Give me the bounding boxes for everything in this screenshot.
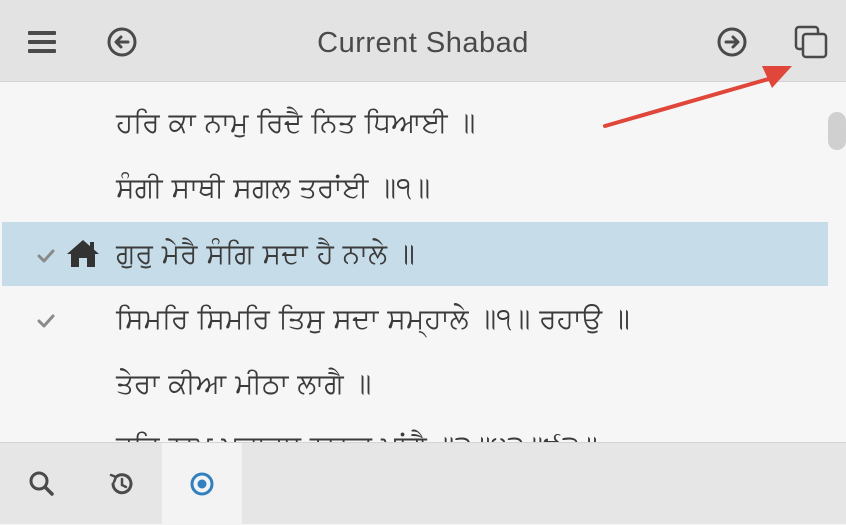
history-button[interactable]: [82, 443, 162, 525]
shabad-line-text: ਸੰਗੀ ਸਾਥੀ ਸਗਲ ਤਰਾਂਈ ॥੧॥: [116, 171, 431, 204]
page-title: Current Shabad: [317, 27, 529, 59]
shabad-line-text: ਗੁਰੁ ਮੇਰੈ ਸੰਗਿ ਸਦਾ ਹੈ ਨਾਲੇ ॥: [116, 237, 415, 270]
circle-arrow-left-icon: [107, 27, 137, 57]
shabad-line-text: ਹਰਿ ਨਾਮੁ ਪਦਾਰਥੁ ਨਾਨਕੁ ਮਾਂਗੈ ॥੨॥੪੨॥੯੩॥: [116, 414, 598, 442]
hamburger-menu-icon: [28, 31, 56, 53]
history-icon: [109, 473, 133, 495]
shabad-line[interactable]: ਹਰਿ ਨਾਮੁ ਪਦਾਰਥੁ ਨਾਨਕੁ ਮਾਂਗੈ ॥੨॥੪੨॥੯੩॥: [2, 414, 828, 442]
footer-bar: [0, 442, 846, 525]
menu-button[interactable]: [21, 21, 63, 63]
shabad-line[interactable]: ਤੇਰਾ ਕੀਆ ਮੀਠਾ ਲਾਗੈ ॥: [2, 352, 828, 416]
forward-button[interactable]: [711, 21, 753, 63]
circle-arrow-right-icon: [717, 27, 747, 57]
copy-icon: [794, 25, 828, 59]
copy-button[interactable]: [790, 21, 832, 63]
shabad-line[interactable]: ਸੰਗੀ ਸਾਥੀ ਸਗਲ ਤਰਾਂਈ ॥੧॥: [2, 156, 828, 220]
shabad-line-active[interactable]: ਗੁਰੁ ਮੇਰੈ ਸੰਗਿ ਸਦਾ ਹੈ ਨਾਲੇ ॥: [2, 222, 828, 286]
search-icon: [29, 471, 54, 496]
shabad-line-text: ਸਿਮਰਿ ਸਿਮਰਿ ਤਿਸੁ ਸਦਾ ਸਮ੍ਹਾਲੇ ॥੧॥ ਰਹਾਉ ॥: [116, 302, 630, 335]
scrollbar-thumb[interactable]: [828, 112, 846, 150]
shabad-line-text: ਹਰਿ ਕਾ ਨਾਮੁ ਰਿਦੈ ਨਿਤ ਧਿਆਈ ॥: [116, 106, 476, 139]
shabad-line-text: ਤੇਰਾ ਕੀਆ ਮੀਠਾ ਲਾਗੈ ॥: [116, 367, 372, 400]
shabad-line[interactable]: ਸਿਮਰਿ ਸਿਮਰਿ ਤਿਸੁ ਸਦਾ ਸਮ੍ਹਾਲੇ ॥੧॥ ਰਹਾਉ ॥: [2, 287, 828, 351]
current-shabad-icon: [190, 472, 214, 496]
checkmark-icon: [37, 314, 55, 328]
search-button[interactable]: [2, 443, 82, 525]
home-icon: [67, 240, 99, 267]
shabad-line[interactable]: ਹਰਿ ਕਾ ਨਾਮੁ ਰਿਦੈ ਨਿਤ ਧਿਆਈ ॥: [2, 91, 828, 155]
checkmark-icon: [37, 249, 55, 263]
header-bar: Current Shabad: [0, 0, 846, 82]
current-shabad-button[interactable]: [162, 443, 242, 525]
back-button[interactable]: [101, 21, 143, 63]
shabad-lines-list[interactable]: ਹਰਿ ਕਾ ਨਾਮੁ ਰਿਦੈ ਨਿਤ ਧਿਆਈ ॥ ਸੰਗੀ ਸਾਥੀ ਸਗ…: [0, 82, 846, 442]
